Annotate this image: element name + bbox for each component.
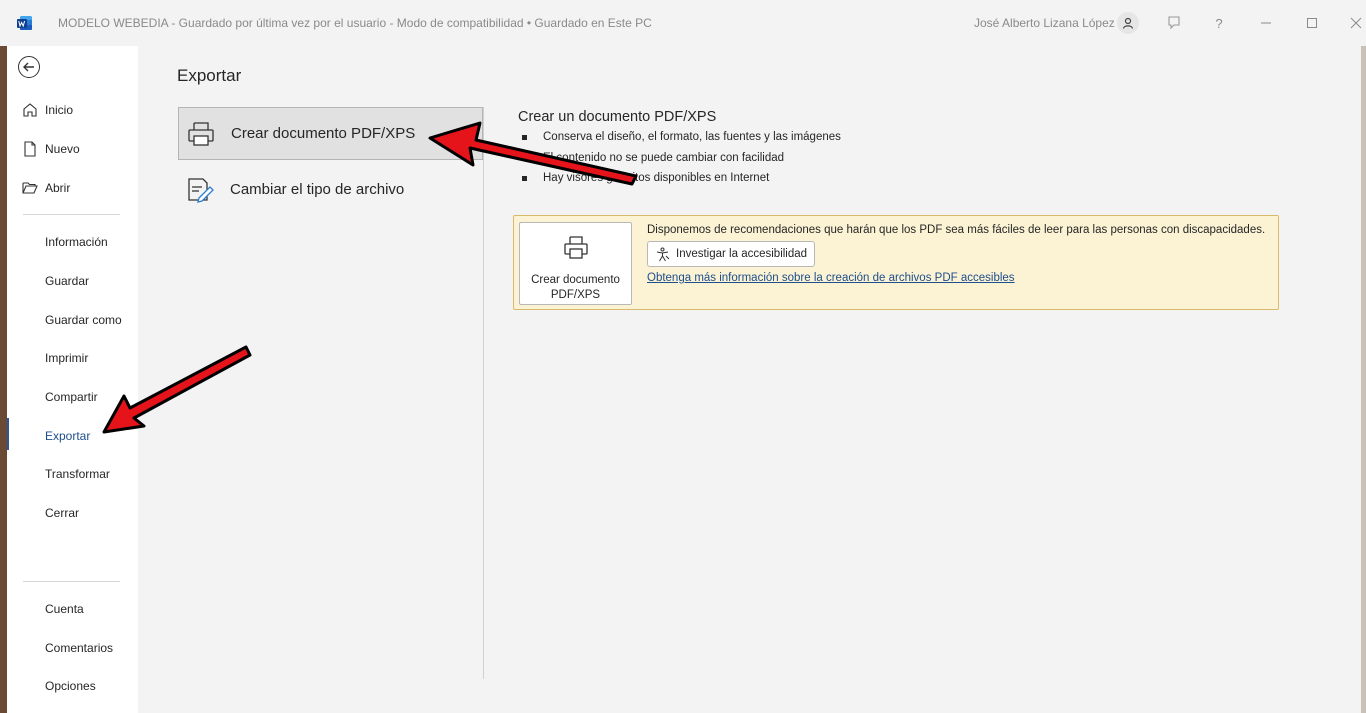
check-accessibility-button[interactable]: Investigar la accesibilidad [647, 241, 815, 267]
nav-item-label: Cuenta [45, 602, 84, 616]
nav-item-opciones[interactable]: Opciones [7, 668, 138, 704]
nav-item-abrir[interactable]: Abrir [7, 170, 138, 206]
nav-divider [23, 214, 120, 215]
pdf-printer-icon [188, 122, 214, 146]
button-label-line: Crear documento [531, 274, 620, 286]
nav-item-nuevo[interactable]: Nuevo [7, 131, 138, 167]
export-option-label: Crear documento PDF/XPS [231, 125, 416, 142]
create-pdf-xps-button[interactable]: Crear documento PDF/XPS [519, 222, 632, 305]
close-icon[interactable] [1346, 13, 1366, 33]
nav-item-label: Abrir [45, 181, 71, 195]
window-edge [1361, 0, 1366, 713]
button-label-line: PDF/XPS [550, 289, 601, 301]
nav-item-label: Opciones [45, 679, 96, 693]
accessibility-message: Disponemos de recomendaciones que harán … [647, 224, 1266, 236]
nav-item-exportar[interactable]: Exportar [7, 418, 138, 454]
accessible-pdf-help-link[interactable]: Obtenga más información sobre la creació… [647, 272, 1015, 284]
detail-title: Crear un documento PDF/XPS [518, 109, 717, 125]
nav-item-label: Guardar como [45, 313, 122, 327]
nav-item-inicio[interactable]: Inicio [7, 92, 138, 128]
minimize-icon[interactable] [1256, 13, 1276, 33]
user-name[interactable]: José Alberto Lizana López [974, 16, 1115, 30]
nav-item-cuenta[interactable]: Cuenta [7, 591, 138, 627]
export-option-create-pdf[interactable]: Crear documento PDF/XPS [178, 107, 483, 160]
coauthoring-icon[interactable] [1164, 13, 1184, 33]
nav-item-transformar[interactable]: Transformar [7, 456, 138, 492]
nav-item-guardar[interactable]: Guardar [7, 263, 138, 299]
nav-item-comentarios[interactable]: Comentarios [7, 630, 138, 666]
pdf-printer-icon [564, 236, 588, 259]
nav-item-label: Comentarios [45, 641, 114, 655]
nav-item-informacion[interactable]: Información [7, 224, 138, 260]
maximize-icon[interactable] [1302, 13, 1322, 33]
create-pdf-button-label: Crear documento PDF/XPS [520, 273, 631, 303]
accessibility-icon [656, 247, 670, 262]
nav-item-label: Compartir [45, 390, 98, 404]
detail-bullet: Hay visores gratuitos disponibles en Int… [522, 171, 841, 192]
nav-item-label: Transformar [45, 467, 110, 481]
export-option-label: Cambiar el tipo de archivo [230, 181, 405, 198]
check-accessibility-label: Investigar la accesibilidad [676, 248, 808, 260]
export-option-change-file-type[interactable]: Cambiar el tipo de archivo [178, 163, 483, 216]
nav-item-compartir[interactable]: Compartir [7, 379, 138, 415]
nav-item-label: Inicio [45, 103, 74, 117]
document-title: MODELO WEBEDIA - Guardado por última vez… [58, 16, 652, 30]
accessibility-info-box: Crear documento PDF/XPS Disponemos de re… [513, 215, 1279, 310]
help-icon[interactable]: ? [1209, 13, 1229, 33]
nav-item-label: Guardar [45, 274, 90, 288]
desktop-background-strip [0, 46, 7, 713]
detail-bullet: El contenido no se puede cambiar con fac… [522, 151, 841, 172]
backstage-navigation: Inicio Nuevo Abrir Información Guardar G… [7, 46, 138, 713]
nav-item-label: Cerrar [45, 506, 80, 520]
home-icon [23, 103, 37, 117]
panel-divider [483, 107, 484, 679]
title-bar: MODELO WEBEDIA - Guardado por última vez… [0, 0, 1366, 46]
detail-bullet: Conserva el diseño, el formato, las fuen… [522, 130, 841, 151]
word-app-icon [17, 16, 32, 30]
user-avatar-icon[interactable] [1117, 12, 1139, 34]
nav-item-label: Imprimir [45, 351, 89, 365]
nav-item-imprimir[interactable]: Imprimir [7, 340, 138, 376]
nav-item-label: Información [45, 235, 108, 249]
nav-divider [23, 581, 120, 582]
nav-item-label: Nuevo [45, 142, 80, 156]
page-title: Exportar [177, 66, 242, 85]
folder-open-icon [22, 182, 38, 194]
detail-bullet-list: Conserva el diseño, el formato, las fuen… [522, 130, 841, 192]
nav-item-guardar-como[interactable]: Guardar como [7, 302, 138, 338]
nav-item-cerrar[interactable]: Cerrar [7, 495, 138, 531]
nav-item-label: Exportar [45, 429, 91, 443]
new-document-icon [24, 141, 36, 157]
back-arrow-icon[interactable] [18, 56, 40, 78]
change-file-type-icon [188, 178, 214, 203]
